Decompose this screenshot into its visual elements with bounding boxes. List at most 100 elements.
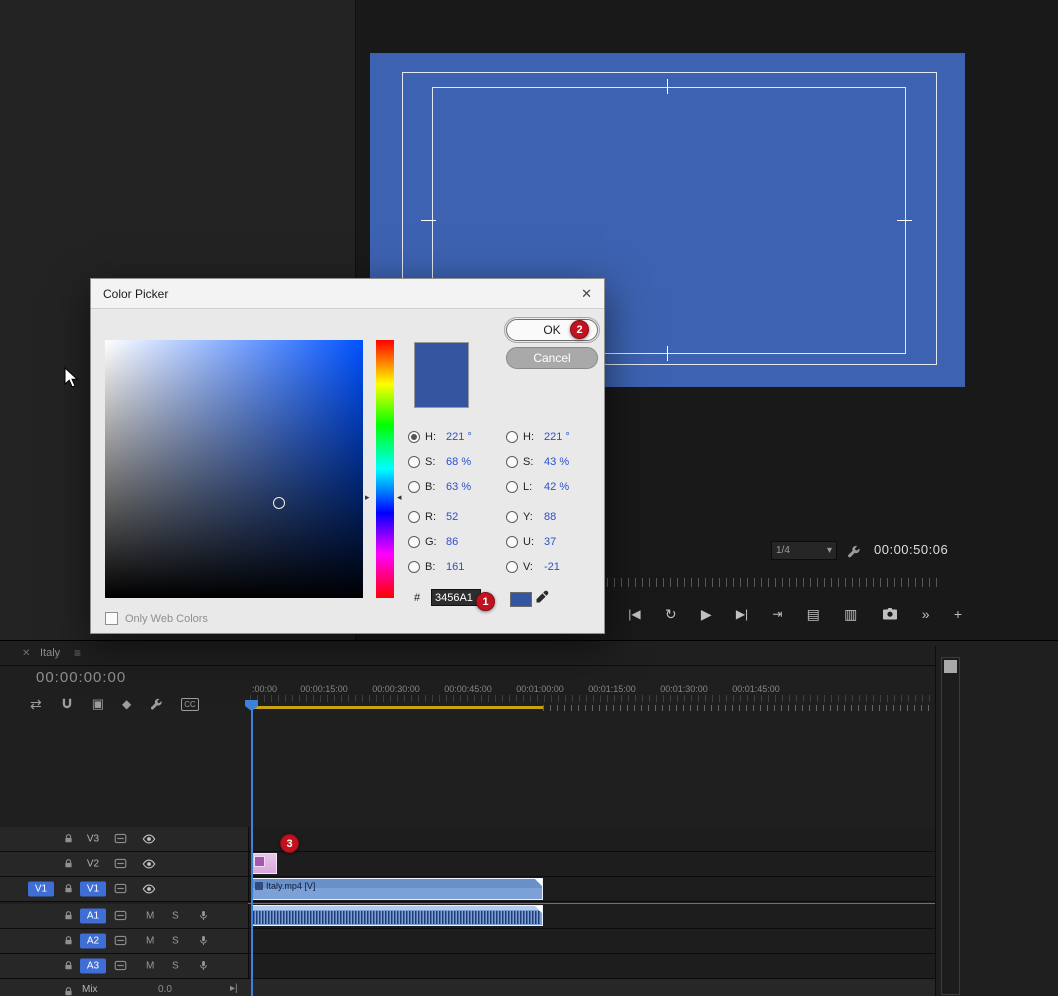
solo-track-button[interactable]: S (172, 936, 179, 947)
video-clip-italy[interactable]: Italy.mp4 [V] (251, 878, 543, 900)
add-button-icon[interactable]: + (954, 607, 962, 621)
field-value[interactable]: 161 (446, 561, 472, 573)
step-back-icon[interactable]: |◀ (628, 608, 640, 620)
radio-y[interactable] (506, 511, 518, 523)
saturation-brightness-field[interactable] (105, 340, 363, 598)
lock-icon[interactable] (63, 855, 74, 873)
linked-selection-icon[interactable]: ▣ (92, 696, 104, 712)
monitor-settings-wrench-icon[interactable] (846, 543, 861, 561)
field-value[interactable]: 43 % (544, 456, 570, 468)
field-value[interactable]: 68 % (446, 456, 472, 468)
color-field-marker[interactable] (273, 497, 285, 509)
sync-lock-icon[interactable] (114, 957, 127, 975)
mute-track-button[interactable]: M (146, 961, 154, 972)
lock-icon[interactable] (63, 957, 74, 975)
hue-slider[interactable] (376, 340, 394, 598)
radio-r[interactable] (408, 511, 420, 523)
field-value[interactable]: 52 (446, 511, 472, 523)
voiceover-mic-icon[interactable] (198, 932, 209, 950)
mute-track-button[interactable]: M (146, 936, 154, 947)
mix-level-value[interactable]: 0.0 (158, 984, 172, 995)
solo-track-button[interactable]: S (172, 911, 179, 922)
export-frame-camera-icon[interactable] (882, 606, 898, 622)
toggle-track-output-eye-icon[interactable] (142, 880, 156, 898)
captions-cc-icon[interactable]: CC (181, 698, 199, 711)
vertical-scrollbar[interactable] (941, 657, 960, 995)
panel-menu-icon[interactable]: ≡ (74, 646, 81, 660)
track-name-a2[interactable]: A2 (80, 934, 106, 949)
radio-l[interactable] (506, 481, 518, 493)
track-name-v1[interactable]: V1 (80, 882, 106, 897)
video-audio-divider[interactable] (248, 903, 935, 904)
cancel-button[interactable]: Cancel (506, 347, 598, 369)
source-patch-v1[interactable]: V1 (28, 882, 54, 897)
vertical-scrollbar-thumb[interactable] (944, 660, 957, 673)
track-lane-v3[interactable] (248, 827, 935, 851)
track-lane-a3[interactable] (248, 954, 935, 978)
radio-h[interactable] (408, 431, 420, 443)
audio-clip-italy[interactable] (251, 905, 543, 926)
hue-slider-left-arrow-icon[interactable]: ▸ (365, 493, 370, 502)
tab-close-icon[interactable]: ✕ (22, 648, 30, 659)
field-value[interactable]: 221 ° (446, 431, 472, 443)
lock-icon[interactable] (63, 907, 74, 925)
track-name-a3[interactable]: A3 (80, 959, 106, 974)
solo-track-button[interactable]: S (172, 961, 179, 972)
radio-s[interactable] (408, 456, 420, 468)
toggle-track-output-eye-icon[interactable] (142, 830, 156, 848)
toggle-track-output-eye-icon[interactable] (142, 855, 156, 873)
sequence-tab-italy[interactable]: Italy (40, 647, 60, 659)
lock-icon[interactable] (63, 830, 74, 848)
sync-lock-icon[interactable] (114, 855, 127, 873)
dialog-close-icon[interactable]: ✕ (581, 286, 592, 302)
field-value[interactable]: 42 % (544, 481, 570, 493)
add-marker-icon[interactable]: ◆ (122, 697, 131, 711)
radio-s2[interactable] (506, 456, 518, 468)
track-name-v2[interactable]: V2 (80, 857, 106, 872)
only-web-colors-checkbox[interactable] (105, 612, 118, 625)
radio-g[interactable] (408, 536, 420, 548)
radio-b[interactable] (408, 481, 420, 493)
play-around-icon[interactable]: ↻ (665, 607, 677, 621)
play-button-icon[interactable]: ▶ (701, 607, 712, 621)
lock-icon[interactable] (63, 880, 74, 898)
hex-input[interactable] (431, 589, 481, 606)
sync-lock-icon[interactable] (114, 830, 127, 848)
voiceover-mic-icon[interactable] (198, 957, 209, 975)
extract-icon[interactable]: ▥ (844, 607, 857, 621)
track-name-a1[interactable]: A1 (80, 909, 106, 924)
timeline-settings-wrench-icon[interactable] (149, 695, 163, 713)
snap-magnet-icon[interactable] (60, 695, 74, 713)
radio-h2[interactable] (506, 431, 518, 443)
field-value[interactable]: 63 % (446, 481, 472, 493)
track-lane-v2[interactable] (248, 852, 935, 876)
sync-lock-icon[interactable] (114, 932, 127, 950)
playback-resolution-dropdown[interactable]: 1/4 ▾ (771, 541, 837, 560)
radio-b2[interactable] (408, 561, 420, 573)
playhead-timecode[interactable]: 00:00:00:00 (36, 669, 126, 686)
hue-slider-right-arrow-icon[interactable]: ◂ (397, 493, 402, 502)
lift-icon[interactable]: ▤ (807, 607, 820, 621)
track-name-v3[interactable]: V3 (80, 832, 106, 847)
step-forward-icon[interactable]: ▶| (736, 608, 748, 620)
field-value[interactable]: 37 (544, 536, 570, 548)
graphic-clip-v2[interactable] (251, 853, 277, 874)
field-value[interactable]: 86 (446, 536, 472, 548)
dialog-title-bar[interactable]: Color Picker ✕ (91, 279, 604, 309)
sync-lock-icon[interactable] (114, 880, 127, 898)
keyframe-navigator-icon[interactable]: ▸| (230, 983, 238, 994)
track-lane-a2[interactable] (248, 929, 935, 953)
sync-lock-icon[interactable] (114, 907, 127, 925)
voiceover-mic-icon[interactable] (198, 907, 209, 925)
mute-track-button[interactable]: M (146, 911, 154, 922)
field-value[interactable]: 88 (544, 511, 570, 523)
go-to-out-icon[interactable]: ⇥ (772, 608, 782, 620)
work-area-bar[interactable] (252, 706, 543, 709)
more-options-chevron-icon[interactable]: » (922, 607, 930, 621)
nest-toggle-icon[interactable]: ⇄ (30, 696, 42, 713)
lock-icon[interactable] (63, 932, 74, 950)
lock-icon[interactable] (63, 983, 74, 996)
radio-v[interactable] (506, 561, 518, 573)
monitor-mini-timeline[interactable] (565, 578, 937, 587)
field-value[interactable]: 221 ° (544, 431, 570, 443)
